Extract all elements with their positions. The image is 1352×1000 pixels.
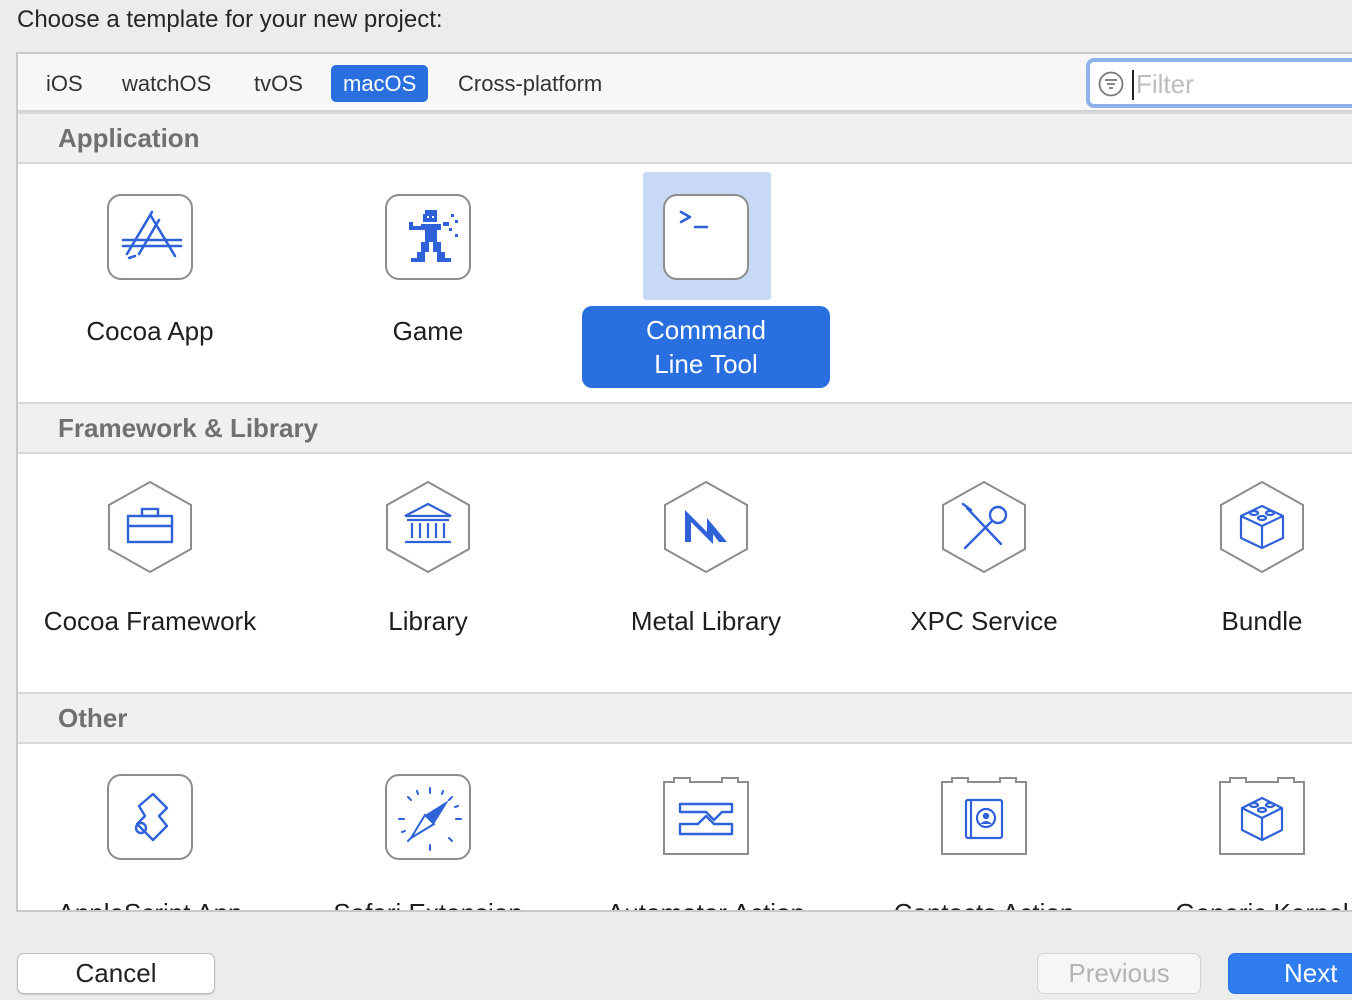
filter-icon <box>1098 71 1124 97</box>
template-cocoa-framework[interactable]: Cocoa Framework <box>18 480 289 680</box>
template-label: Cocoa App <box>86 316 214 346</box>
tools-icon <box>942 480 1026 574</box>
cancel-button[interactable]: Cancel <box>17 953 215 994</box>
app-store-icon <box>107 194 193 280</box>
tab-watchos[interactable]: watchOS <box>110 65 223 102</box>
template-label: Bundle <box>1221 606 1303 636</box>
terminal-icon <box>663 194 749 280</box>
template-generic-kernel-extension[interactable]: Generic Kernel Extension <box>1123 776 1352 910</box>
filter-input[interactable] <box>1136 66 1352 102</box>
compass-icon <box>385 774 471 860</box>
template-safari-extension[interactable]: Safari Extension <box>289 774 567 910</box>
metal-icon <box>664 480 748 574</box>
template-label: Automator Action <box>567 896 845 910</box>
template-contacts-action[interactable]: Contacts Action <box>845 776 1123 910</box>
toolbox-icon <box>108 480 192 574</box>
template-label: Cocoa Framework <box>43 606 257 636</box>
template-label: Contacts Action <box>845 896 1123 910</box>
script-icon <box>107 774 193 860</box>
template-automator-action[interactable]: Automator Action <box>567 776 845 910</box>
automator-icon <box>663 777 749 855</box>
template-command-line-tool[interactable]: Command Line Tool <box>567 172 845 392</box>
section-header-framework-library: Framework & Library <box>18 402 1352 454</box>
template-label: Generic Kernel Extension <box>1123 896 1352 910</box>
kernel-cube-icon <box>1219 777 1305 855</box>
section-header-application: Application <box>18 112 1352 164</box>
next-button[interactable]: Next <box>1228 953 1352 994</box>
template-label: XPC Service <box>910 606 1058 636</box>
section-title: Other <box>58 703 128 733</box>
template-library[interactable]: Library <box>289 480 567 680</box>
template-bundle[interactable]: Bundle <box>1123 480 1352 680</box>
section-title: Framework & Library <box>58 413 319 443</box>
template-label: Library <box>388 606 468 636</box>
template-label: Game <box>392 316 464 346</box>
label-line-2: Line Tool <box>654 349 758 379</box>
template-label: Safari Extension <box>289 896 567 910</box>
template-applescript-app[interactable]: AppleScript App <box>18 774 289 910</box>
section-title: Application <box>58 123 200 153</box>
template-game[interactable]: Game <box>289 194 567 394</box>
building-icon <box>386 480 470 574</box>
tab-macos[interactable]: macOS <box>331 65 429 102</box>
filter-field[interactable] <box>1086 58 1352 108</box>
template-metal-library[interactable]: Metal Library <box>567 480 845 680</box>
tab-cross-platform[interactable]: Cross-platform <box>446 65 614 102</box>
text-caret <box>1132 70 1134 100</box>
dialog-heading: Choose a template for your new project: <box>17 6 443 33</box>
cube-icon <box>1220 480 1304 574</box>
template-cocoa-app[interactable]: Cocoa App <box>18 194 289 394</box>
template-label: Metal Library <box>630 606 782 636</box>
template-panel: iOS watchOS tvOS macOS Cross-platform Ap… <box>16 52 1352 912</box>
platform-tab-bar: iOS watchOS tvOS macOS Cross-platform <box>18 54 1352 112</box>
tab-ios[interactable]: iOS <box>34 65 95 102</box>
selected-label: Command Line Tool <box>582 306 830 388</box>
tab-tvos[interactable]: tvOS <box>242 65 315 102</box>
contacts-icon <box>941 777 1027 855</box>
label-line-1: Command <box>646 315 766 345</box>
template-label: AppleScript App <box>18 896 289 910</box>
game-icon <box>385 194 471 280</box>
previous-button[interactable]: Previous <box>1037 953 1201 994</box>
section-header-other: Other <box>18 692 1352 744</box>
template-xpc-service[interactable]: XPC Service <box>845 480 1123 680</box>
